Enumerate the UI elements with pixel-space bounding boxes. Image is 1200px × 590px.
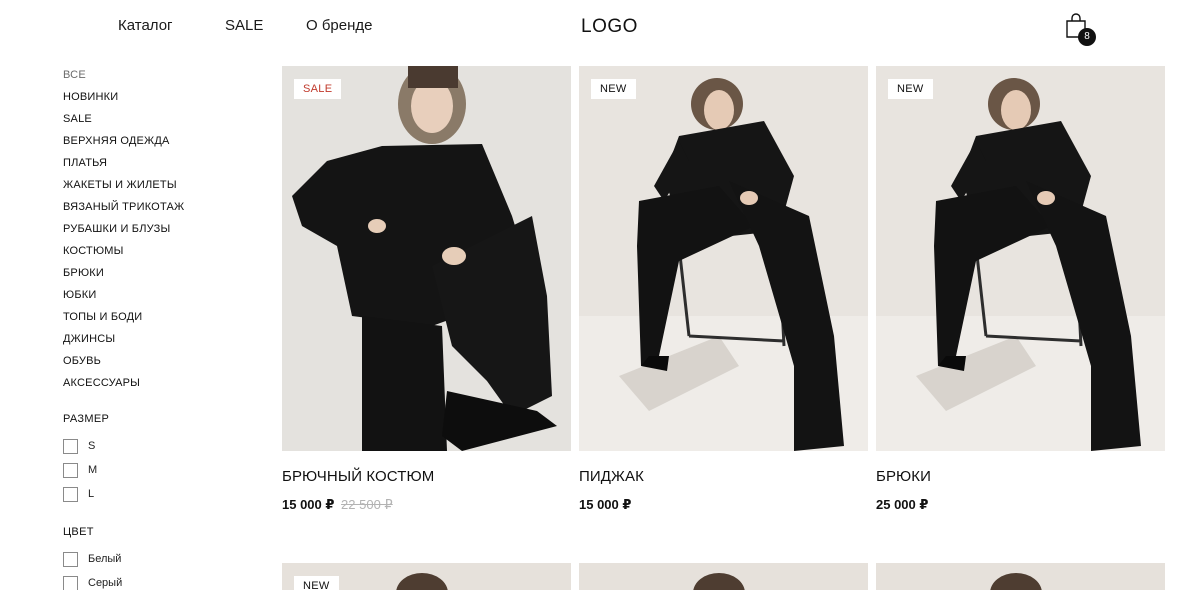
model-photo xyxy=(282,66,571,451)
nav-sale-link[interactable]: SALE xyxy=(225,17,263,34)
size-option-l[interactable]: L xyxy=(63,482,263,506)
category-tops-bodies[interactable]: ТОПЫ И БОДИ xyxy=(63,306,263,328)
product-image[interactable] xyxy=(876,563,1165,590)
old-price: 22 500 ₽ xyxy=(341,497,393,512)
product-name[interactable]: БРЮКИ xyxy=(876,468,1165,485)
color-filter-title: ЦВЕТ xyxy=(63,526,94,538)
sale-badge: SALE xyxy=(294,79,342,99)
price-row: 15 000 ₽ 22 500 ₽ xyxy=(282,497,571,513)
product-card[interactable] xyxy=(876,563,1165,590)
size-s-checkbox[interactable] xyxy=(63,438,78,454)
category-knitwear[interactable]: ВЯЗАНЫЙ ТРИКОТАЖ xyxy=(63,196,263,218)
new-badge: NEW xyxy=(888,79,933,99)
category-new[interactable]: НОВИНКИ xyxy=(63,86,263,108)
current-price: 25 000 ₽ xyxy=(876,497,929,512)
catalog-sidebar: ВСЕ НОВИНКИ SALE ВЕРХНЯЯ ОДЕЖДА ПЛАТЬЯ Ж… xyxy=(63,64,263,590)
color-option-white[interactable]: Белый xyxy=(63,547,263,571)
price-row: 25 000 ₽ xyxy=(876,497,1165,513)
size-option-s[interactable]: S xyxy=(63,434,263,458)
logo[interactable]: LOGO xyxy=(581,16,638,38)
model-photo xyxy=(579,563,868,590)
category-jackets-vests[interactable]: ЖАКЕТЫ И ЖИЛЕТЫ xyxy=(63,174,263,196)
size-filter-title: РАЗМЕР xyxy=(63,413,110,425)
product-name[interactable]: БРЮЧНЫЙ КОСТЮМ xyxy=(282,468,571,485)
product-image[interactable]: SALE xyxy=(282,66,571,451)
size-l-checkbox[interactable] xyxy=(63,486,78,502)
product-card[interactable]: SALE БРЮЧНЫЙ КОСТЮМ 15 000 ₽ 22 500 ₽ xyxy=(282,66,571,513)
category-sale[interactable]: SALE xyxy=(63,108,263,130)
current-price: 15 000 ₽ xyxy=(579,497,632,512)
cart-button[interactable]: 8 xyxy=(1064,13,1098,47)
category-shirts-blouses[interactable]: РУБАШКИ И БЛУЗЫ xyxy=(63,218,263,240)
new-badge: NEW xyxy=(294,576,339,590)
color-gray-label: Серый xyxy=(88,577,123,589)
current-price: 15 000 ₽ xyxy=(282,497,335,512)
product-card[interactable]: NEW ПИДЖАК 15 000 ₽ xyxy=(579,66,868,513)
color-gray-checkbox[interactable] xyxy=(63,575,78,590)
product-card[interactable]: NEW xyxy=(282,563,571,590)
new-badge: NEW xyxy=(591,79,636,99)
product-image[interactable]: NEW xyxy=(579,66,868,451)
color-white-label: Белый xyxy=(88,553,122,565)
model-photo xyxy=(876,563,1165,590)
product-image[interactable]: NEW xyxy=(282,563,571,590)
category-outerwear[interactable]: ВЕРХНЯЯ ОДЕЖДА xyxy=(63,130,263,152)
price-row: 15 000 ₽ xyxy=(579,497,868,513)
product-card[interactable]: NEW БРЮКИ 25 000 ₽ xyxy=(876,66,1165,513)
category-accessories[interactable]: АКСЕССУАРЫ xyxy=(63,372,263,394)
color-white-checkbox[interactable] xyxy=(63,551,78,567)
model-photo xyxy=(876,66,1165,451)
category-dresses[interactable]: ПЛАТЬЯ xyxy=(63,152,263,174)
product-image[interactable]: NEW xyxy=(876,66,1165,451)
color-option-gray[interactable]: Серый xyxy=(63,571,263,590)
product-name[interactable]: ПИДЖАК xyxy=(579,468,868,485)
product-card[interactable] xyxy=(579,563,868,590)
size-m-label: M xyxy=(88,464,98,476)
size-option-m[interactable]: M xyxy=(63,458,263,482)
nav-about-brand-link[interactable]: О бренде xyxy=(306,17,373,34)
category-jeans[interactable]: ДЖИНСЫ xyxy=(63,328,263,350)
size-m-checkbox[interactable] xyxy=(63,462,78,478)
category-shoes[interactable]: ОБУВЬ xyxy=(63,350,263,372)
category-suits[interactable]: КОСТЮМЫ xyxy=(63,240,263,262)
category-trousers[interactable]: БРЮКИ xyxy=(63,262,263,284)
catalog-page: Каталог SALE О бренде LOGO 8 ВСЕ НОВИНКИ… xyxy=(0,0,1200,590)
category-all[interactable]: ВСЕ xyxy=(63,64,263,86)
size-l-label: L xyxy=(88,488,95,500)
size-s-label: S xyxy=(88,440,96,452)
nav-catalog-link[interactable]: Каталог xyxy=(118,17,173,34)
product-image[interactable] xyxy=(579,563,868,590)
cart-count-badge: 8 xyxy=(1078,28,1096,46)
category-skirts[interactable]: ЮБКИ xyxy=(63,284,263,306)
model-photo xyxy=(579,66,868,451)
